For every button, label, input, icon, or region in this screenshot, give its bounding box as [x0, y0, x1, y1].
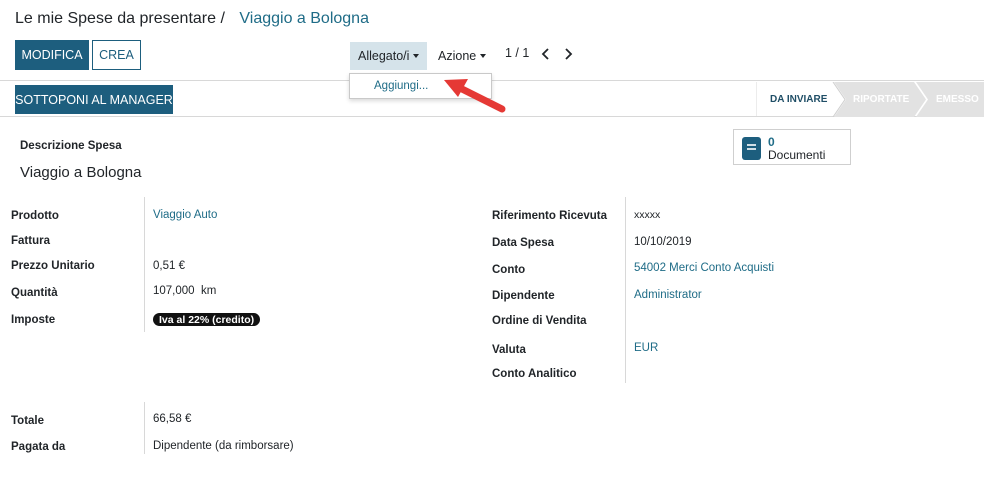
field-value-currency[interactable]: EUR: [634, 342, 658, 354]
left-group-divider: [144, 197, 145, 332]
documents-label: Documenti: [768, 148, 826, 162]
submit-to-manager-button[interactable]: SOTTOPONI AL MANAGER: [15, 85, 173, 114]
field-label-employee: Dipendente: [492, 290, 555, 302]
field-label-unit-price: Prezzo Unitario: [11, 260, 95, 272]
caret-down-icon: [480, 54, 487, 58]
caret-down-icon: [413, 54, 420, 58]
pager-value[interactable]: 1 / 1: [505, 46, 529, 60]
field-label-total: Totale: [11, 415, 45, 427]
book-icon: [742, 137, 761, 165]
attachments-label: Allegato/i: [358, 49, 410, 63]
breadcrumb: Le mie Spese da presentare / Viaggio a B…: [15, 10, 369, 28]
field-value-total: 66,58 €: [153, 413, 192, 425]
field-label-product: Prodotto: [11, 210, 59, 222]
field-value-paid-by: Dipendente (da rimborsare): [153, 440, 294, 452]
field-value-quantity: 107,000 km: [153, 285, 217, 297]
chevron-right-icon[interactable]: [560, 43, 576, 65]
control-panel: Le mie Spese da presentare / Viaggio a B…: [0, 0, 984, 81]
add-attachment-menu-item[interactable]: Aggiungi...: [374, 80, 428, 92]
field-value-product[interactable]: Viaggio Auto: [153, 209, 217, 221]
edit-button[interactable]: MODIFICA: [15, 40, 89, 70]
breadcrumb-parent-link[interactable]: Le mie Spese da presentare: [15, 10, 216, 27]
description-value: Viaggio a Bologna: [20, 164, 142, 181]
create-button[interactable]: CREA: [92, 40, 141, 70]
field-label-paid-by: Pagata da: [11, 441, 66, 453]
field-label-taxes: Imposte: [11, 314, 56, 326]
breadcrumb-current: Viaggio a Bologna: [239, 10, 369, 27]
field-label-analytic-account: Conto Analitico: [492, 368, 577, 380]
field-value-employee[interactable]: Administrator: [634, 289, 702, 301]
red-arrow-icon: [438, 76, 510, 121]
documents-button[interactable]: 0 Documenti: [733, 129, 851, 165]
field-value-unit-price: 0,51 €: [153, 260, 185, 272]
description-label: Descrizione Spesa: [20, 140, 122, 152]
attachments-dropdown-toggle[interactable]: Allegato/i: [350, 42, 427, 70]
totals-group-divider: [144, 402, 145, 454]
field-label-sale-order: Ordine di Vendita: [492, 315, 587, 327]
action-label: Azione: [438, 49, 477, 63]
field-value-account[interactable]: 54002 Merci Conto Acquisti: [634, 262, 774, 274]
field-value-expense-date: 10/10/2019: [634, 236, 692, 248]
status-step-reported[interactable]: RIPORTATE: [853, 82, 909, 117]
tax-badge: Iva al 22% (credito): [153, 313, 261, 326]
right-group-divider: [625, 197, 626, 383]
breadcrumb-separator: /: [220, 10, 225, 27]
field-label-account: Conto: [492, 264, 526, 276]
status-step-done[interactable]: EMESSO: [936, 82, 979, 117]
field-label-receipt-ref: Riferimento Ricevuta: [492, 210, 608, 222]
documents-count: 0: [768, 135, 775, 149]
chevron-left-icon[interactable]: [537, 43, 553, 65]
field-label-quantity: Quantità: [11, 287, 58, 299]
field-value-receipt-ref: xxxxx: [634, 209, 661, 221]
field-label-invoice: Fattura: [11, 235, 50, 247]
status-step-draft: DA INVIARE: [770, 94, 828, 105]
field-label-expense-date: Data Spesa: [492, 237, 555, 249]
field-label-currency: Valuta: [492, 344, 526, 356]
action-dropdown-toggle[interactable]: Azione: [430, 42, 492, 70]
